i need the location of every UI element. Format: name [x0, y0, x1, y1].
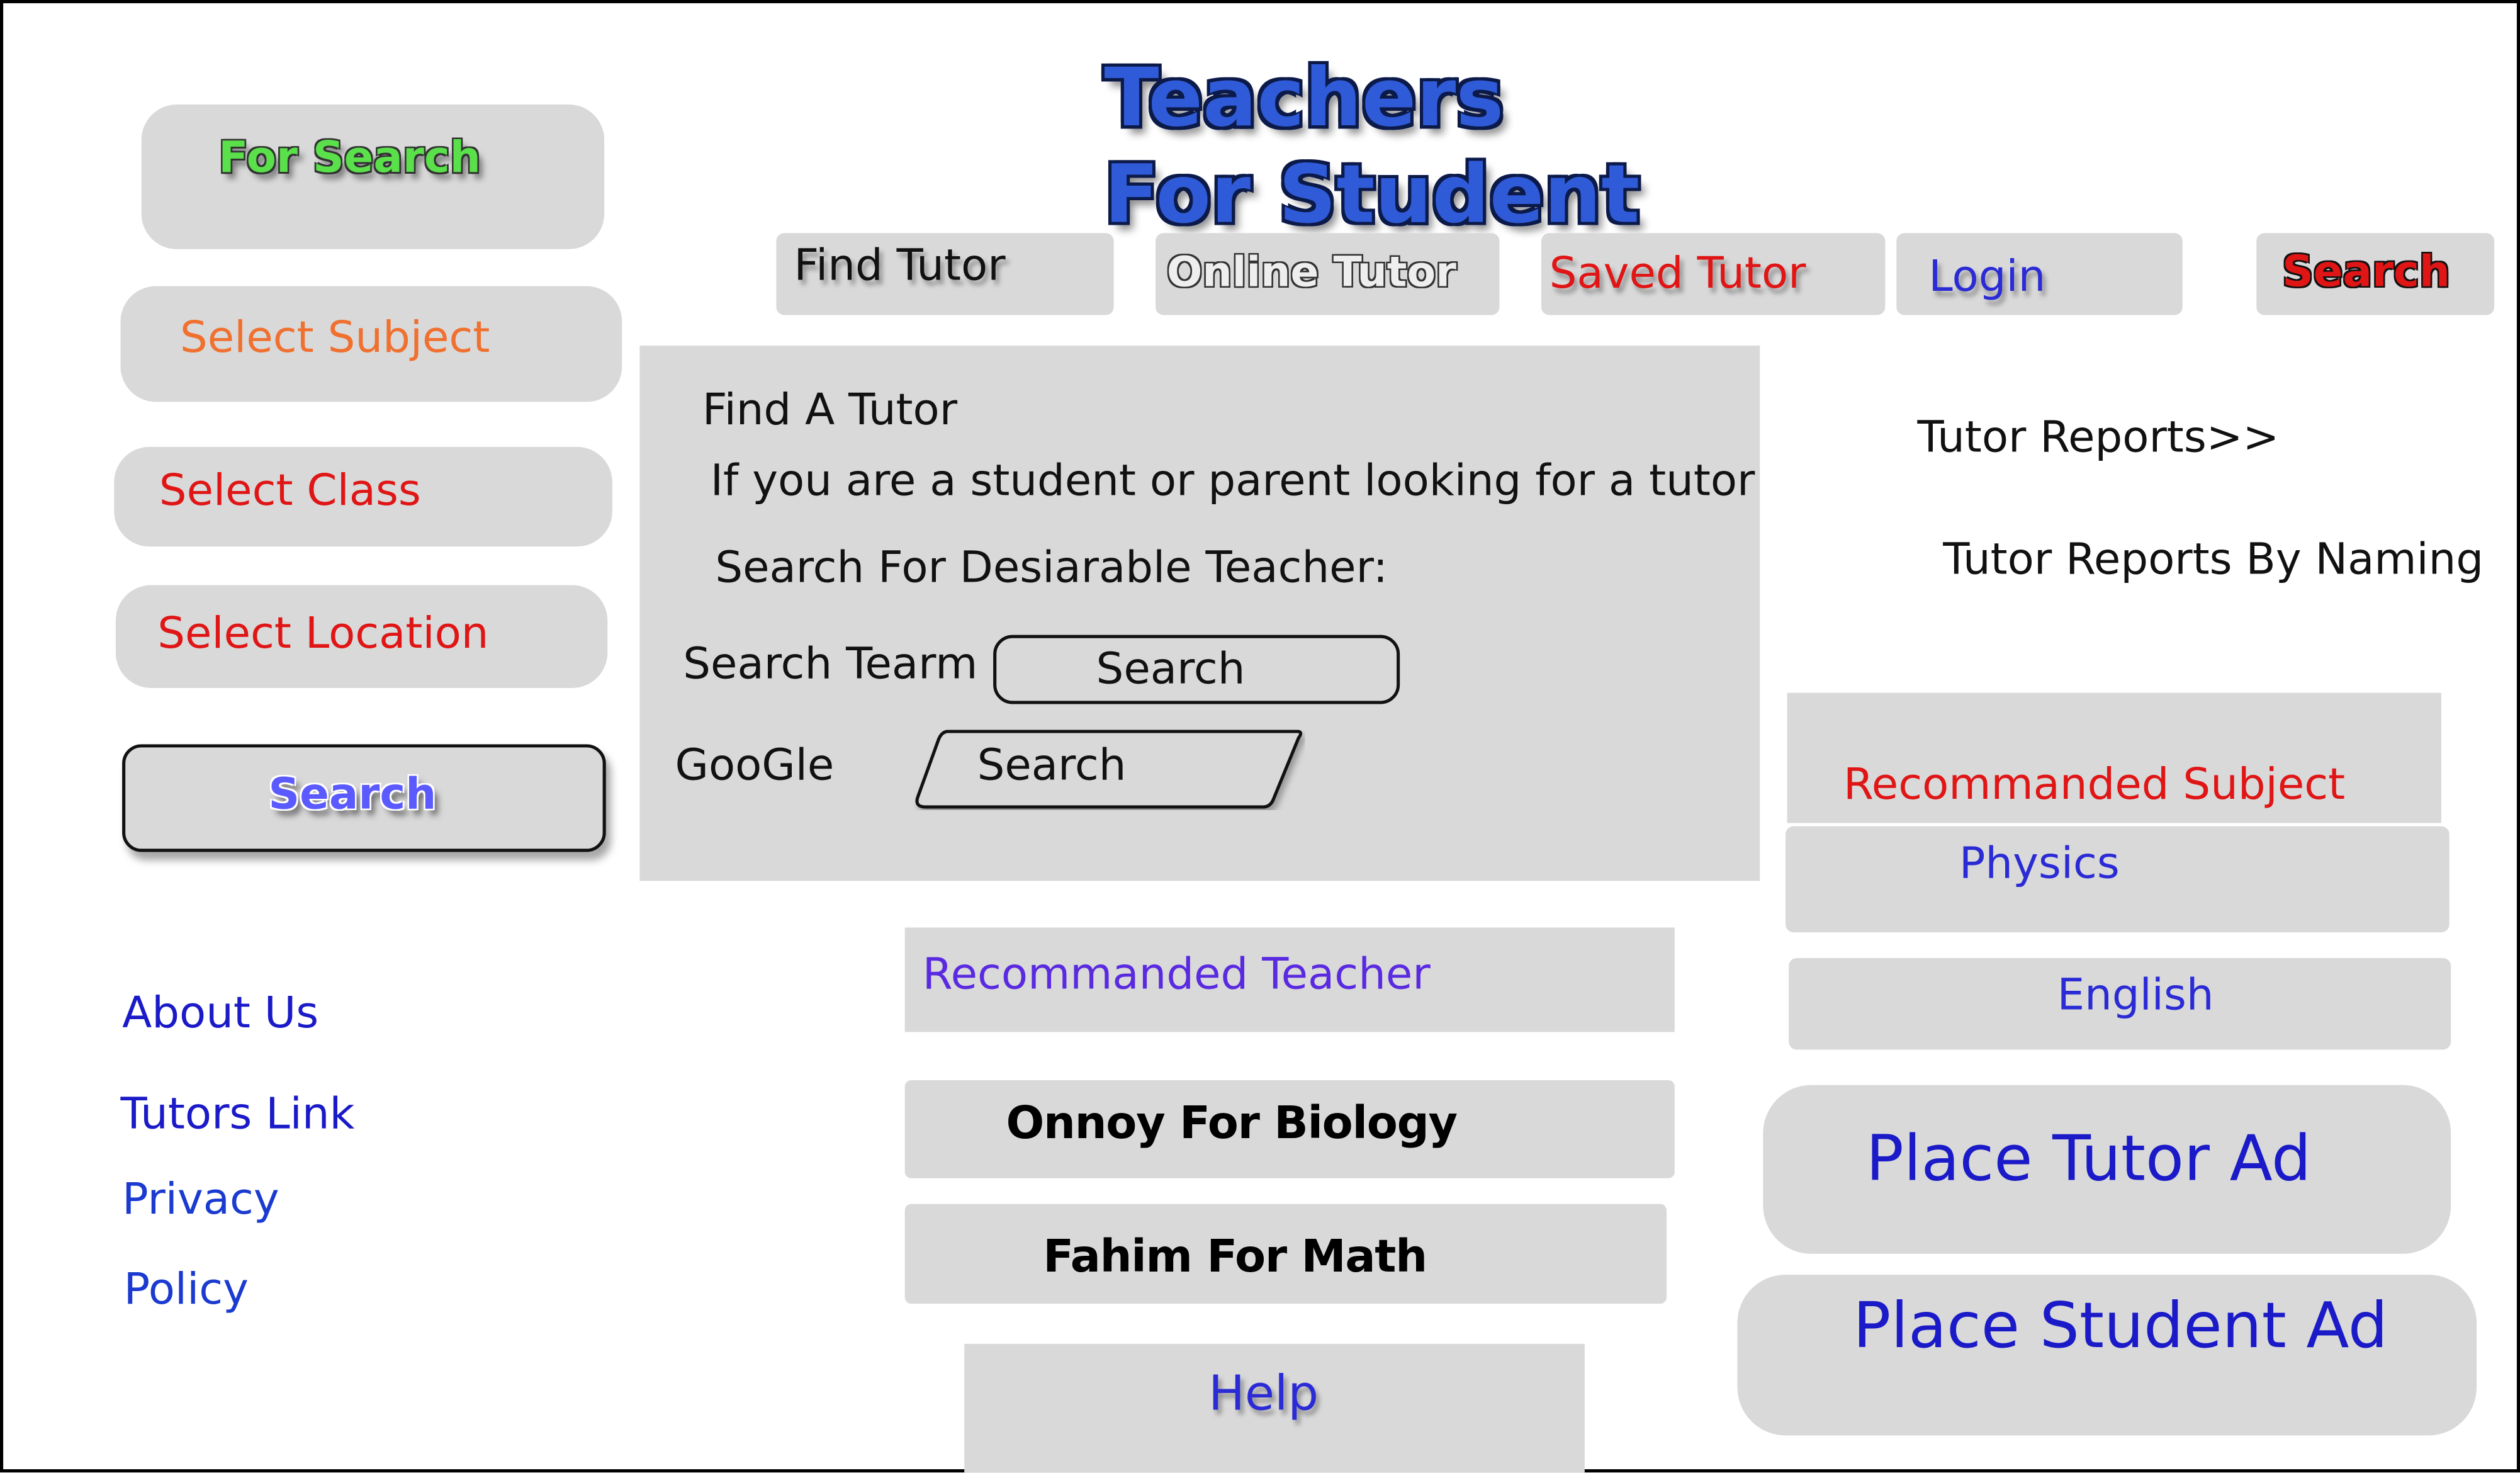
teacher-item-biology[interactable]: Onnoy For Biology [904, 1080, 1675, 1178]
nav-search-label: Search [2282, 247, 2451, 298]
find-tutor-subtitle: If you are a student or parent looking f… [710, 456, 1755, 507]
tutor-reports-by-naming-link[interactable]: Tutor Reports By Naming [1943, 538, 2483, 582]
for-search-panel: For Search [141, 104, 605, 249]
subject-item-physics-label: Physics [1959, 838, 2120, 889]
nav-online-tutor-button[interactable]: Online Tutor [1156, 233, 1500, 315]
recommended-teacher-header: Recommanded Teacher [904, 927, 1675, 1032]
recommended-subject-header: Recommanded Subject [1787, 692, 2441, 823]
site-title-line2: For Student [1104, 147, 1640, 242]
nav-online-tutor-label: Online Tutor [1166, 249, 1456, 298]
select-location-dropdown[interactable]: Select Location [115, 585, 608, 688]
find-tutor-panel: Find A Tutor If you are a student or par… [639, 346, 1760, 881]
teacher-item-math[interactable]: Fahim For Math [904, 1204, 1667, 1304]
subject-item-english[interactable]: English [1789, 957, 2451, 1050]
about-us-link[interactable]: About Us [122, 992, 318, 1036]
search-term-button-label: Search [1096, 644, 1246, 695]
recommended-subject-heading: Recommanded Subject [1843, 760, 2346, 811]
subject-item-physics[interactable]: Physics [1786, 826, 2450, 933]
sidebar-search-button[interactable]: Search [122, 744, 606, 852]
site-title-line1: Teachers [1104, 51, 1504, 145]
policy-link[interactable]: Policy [124, 1268, 249, 1312]
select-location-label: Select Location [157, 609, 489, 659]
select-subject-label: Select Subject [180, 313, 490, 364]
tutors-link[interactable]: Tutors Link [121, 1093, 355, 1136]
teacher-item-biology-label: Onnoy For Biology [1006, 1096, 1458, 1149]
place-student-ad-button[interactable]: Place Student Ad [1737, 1275, 2477, 1436]
subject-item-english-label: English [2057, 971, 2214, 1021]
place-tutor-ad-button[interactable]: Place Tutor Ad [1763, 1085, 2451, 1254]
nav-find-tutor-button[interactable]: Find Tutor [776, 233, 1114, 315]
privacy-link[interactable]: Privacy [122, 1178, 279, 1222]
help-label: Help [1208, 1366, 1319, 1423]
google-label: GooGle [675, 741, 835, 791]
nav-search-button[interactable]: Search [2256, 233, 2495, 315]
nav-login-label: Login [1928, 252, 2046, 303]
nav-saved-tutor-button[interactable]: Saved Tutor [1541, 233, 1886, 315]
place-tutor-ad-label: Place Tutor Ad [1865, 1123, 2312, 1196]
nav-login-button[interactable]: Login [1896, 233, 2183, 315]
select-class-label: Select Class [159, 466, 421, 516]
nav-saved-tutor-label: Saved Tutor [1549, 249, 1806, 299]
place-student-ad-label: Place Student Ad [1853, 1290, 2388, 1363]
recommended-teacher-heading: Recommanded Teacher [922, 950, 1431, 1000]
search-term-button[interactable]: Search [993, 635, 1400, 704]
find-tutor-prompt: Search For Desiarable Teacher: [715, 543, 1388, 594]
sidebar-search-label: Search [268, 770, 437, 820]
google-search-button-label[interactable]: Search [977, 744, 1127, 787]
teacher-item-math-label: Fahim For Math [1043, 1229, 1427, 1283]
nav-find-tutor-label: Find Tutor [794, 241, 1006, 291]
for-search-heading: For Search [218, 133, 481, 184]
select-subject-dropdown[interactable]: Select Subject [120, 286, 622, 402]
tutor-reports-link[interactable]: Tutor Reports>> [1917, 416, 2279, 460]
search-term-label: Search Tearm [683, 640, 978, 690]
select-class-dropdown[interactable]: Select Class [114, 446, 612, 547]
page: Teachers For Student Find Tutor Online T… [0, 0, 2520, 1473]
help-button[interactable]: Help [964, 1343, 1585, 1473]
find-tutor-title: Find A Tutor [702, 385, 958, 436]
